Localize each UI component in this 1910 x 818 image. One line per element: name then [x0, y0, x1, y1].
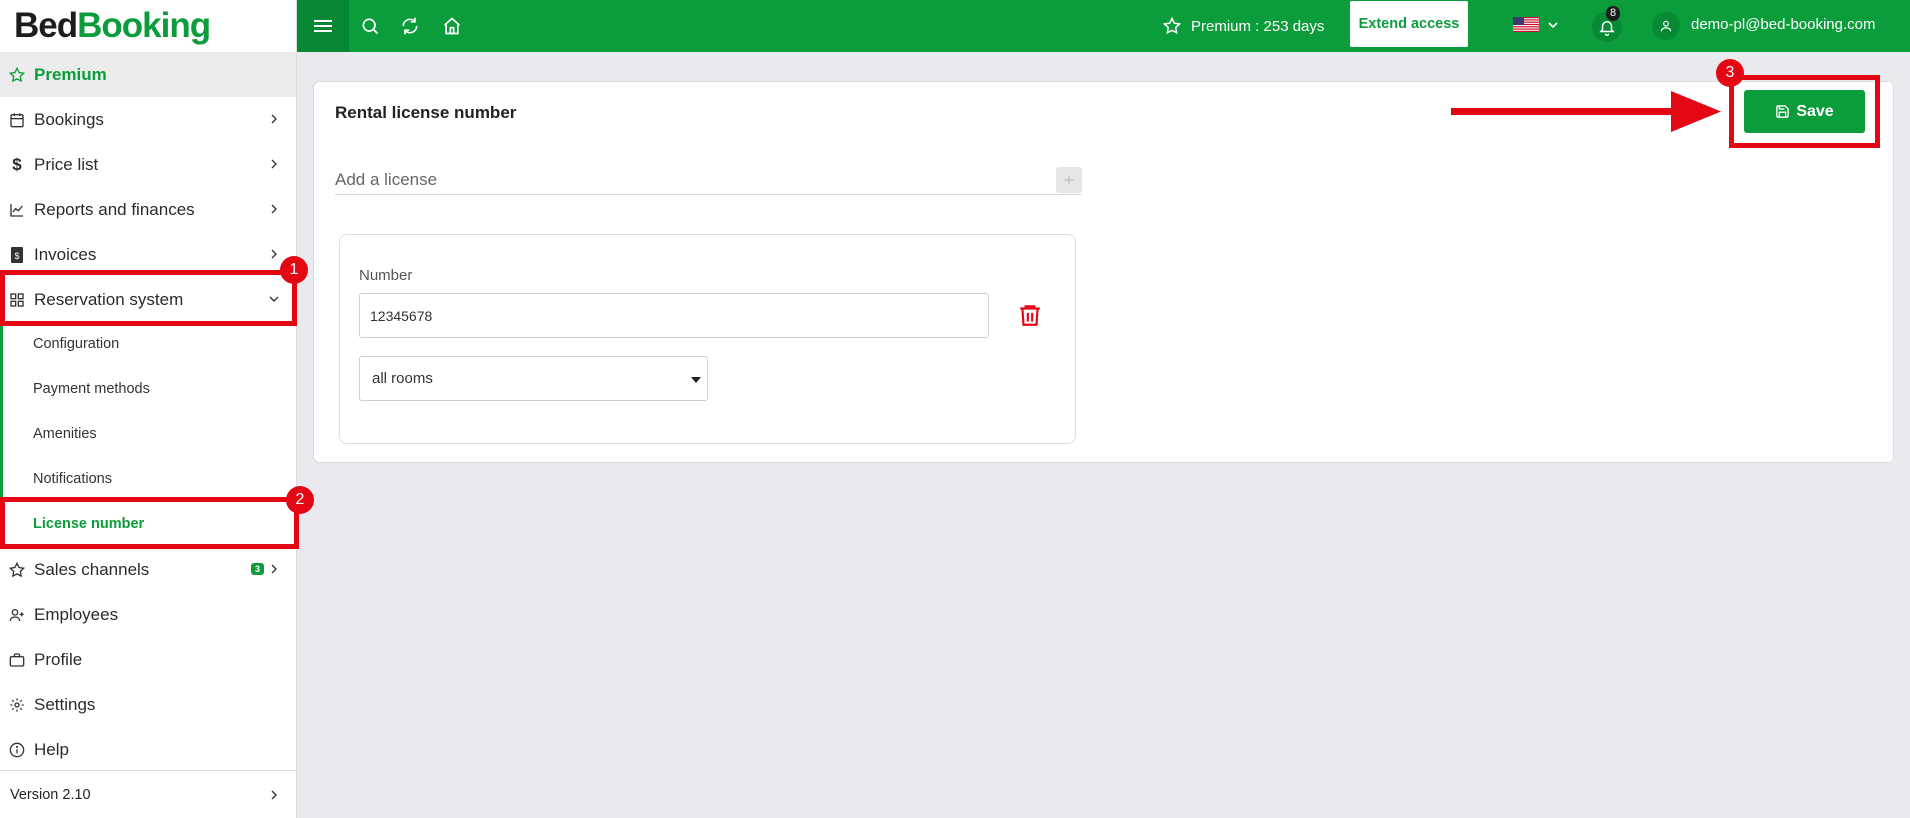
license-card: Rental license number Save Add a license… — [313, 81, 1894, 463]
calendar-icon — [8, 111, 26, 129]
submenu-item-configuration[interactable]: Configuration — [33, 321, 119, 366]
chevron-right-icon — [271, 564, 277, 574]
trash-icon[interactable] — [1017, 301, 1043, 329]
version-label: Version 2.10 — [10, 786, 91, 803]
chevron-right-icon — [271, 204, 277, 214]
user-avatar[interactable] — [1652, 12, 1680, 40]
info-icon — [8, 741, 26, 759]
arrow-right-icon — [1451, 91, 1721, 132]
star-outline-icon — [8, 561, 26, 579]
user-icon — [1660, 20, 1672, 32]
sidebar-item-label: Bookings — [34, 109, 104, 129]
top-bar: Premium : 253 days Extend access 8 demo-… — [297, 0, 1910, 52]
home-button[interactable] — [433, 0, 471, 52]
logo-part-booking: Booking — [77, 6, 211, 45]
license-number-input[interactable] — [359, 293, 989, 338]
sidebar-item-employees[interactable]: Employees — [0, 592, 296, 637]
briefcase-icon — [8, 651, 26, 669]
license-entry: Number all rooms — [339, 234, 1076, 444]
sidebar-item-sales-channels[interactable]: Sales channels 3 — [0, 547, 296, 592]
chevron-right-icon — [271, 159, 277, 169]
user-plus-icon — [8, 606, 26, 624]
menu-button[interactable] — [297, 0, 349, 52]
gear-icon — [8, 696, 26, 714]
us-flag-icon[interactable] — [1513, 17, 1539, 32]
sidebar-item-label: Reports and finances — [34, 199, 195, 219]
add-license-label: Add a license — [335, 170, 438, 189]
number-field-label: Number — [359, 267, 413, 284]
sidebar-item-label: Premium — [34, 64, 107, 84]
notification-count-badge: 8 — [1606, 6, 1621, 21]
sidebar-item-label: Employees — [34, 604, 119, 624]
submenu-item-amenities[interactable]: Amenities — [33, 411, 97, 456]
hamburger-icon — [314, 20, 332, 32]
caret-down-icon — [691, 377, 701, 383]
page-title: Rental license number — [335, 103, 517, 122]
star-icon — [1163, 17, 1181, 35]
chevron-right-icon — [271, 790, 277, 800]
dollar-icon: $ — [12, 154, 22, 174]
sidebar-item-label: Invoices — [34, 244, 97, 264]
highlight-reservation-system — [0, 270, 297, 326]
submenu-item-payment-methods[interactable]: Payment methods — [33, 366, 150, 411]
version-row[interactable]: Version 2.10 — [0, 770, 296, 818]
star-icon — [8, 66, 26, 84]
highlight-save-button — [1729, 75, 1880, 148]
user-email[interactable]: demo-pl@bed-booking.com — [1691, 0, 1876, 48]
extend-access-button[interactable]: Extend access — [1350, 1, 1468, 47]
refresh-button[interactable] — [391, 0, 429, 52]
sidebar-item-label: Sales channels — [34, 559, 150, 579]
sidebar-item-help[interactable]: Help — [0, 727, 296, 772]
sidebar-item-reports[interactable]: Reports and finances — [0, 187, 296, 232]
premium-days-text: Premium : 253 days — [1191, 17, 1325, 35]
step-badge-3: 3 — [1716, 59, 1744, 87]
chevron-right-icon — [271, 114, 277, 124]
sidebar-item-settings[interactable]: Settings — [0, 682, 296, 727]
submenu-item-notifications[interactable]: Notifications — [33, 456, 112, 501]
sidebar-item-price-list[interactable]: $ Price list — [0, 142, 296, 187]
sidebar-item-label: Price list — [34, 154, 99, 174]
rooms-select[interactable]: all rooms — [359, 356, 708, 401]
app-logo[interactable]: Bed Booking — [0, 0, 296, 52]
chevron-right-icon — [271, 249, 277, 259]
logo-part-bed: Bed — [14, 6, 78, 45]
invoice-icon: $ — [8, 246, 26, 264]
sidebar-item-profile[interactable]: Profile — [0, 637, 296, 682]
premium-status: Premium : 253 days — [1163, 0, 1324, 52]
add-license-button[interactable] — [1056, 167, 1082, 193]
sidebar-item-label: Profile — [34, 649, 83, 669]
language-chevron-down-icon[interactable] — [1545, 17, 1561, 33]
step-badge-1: 1 — [280, 256, 308, 284]
sidebar: Bed Booking Premium Bookings $ Price list… — [0, 0, 297, 818]
search-icon — [362, 18, 379, 35]
highlight-license-number — [0, 497, 299, 549]
chart-line-icon — [8, 201, 26, 219]
step-badge-2: 2 — [286, 486, 314, 514]
search-button[interactable] — [351, 0, 389, 52]
plus-icon — [1064, 175, 1074, 185]
sidebar-item-bookings[interactable]: Bookings — [0, 97, 296, 142]
svg-text:$: $ — [14, 251, 19, 261]
count-badge: 3 — [250, 563, 264, 575]
add-license-row: Add a license — [335, 167, 1082, 195]
sidebar-item-label: Settings — [34, 694, 96, 714]
home-icon — [443, 17, 461, 35]
sidebar-item-premium[interactable]: Premium — [0, 52, 296, 97]
refresh-icon — [402, 17, 418, 35]
sidebar-item-label: Help — [34, 739, 69, 759]
rooms-select-value: all rooms — [372, 370, 433, 387]
